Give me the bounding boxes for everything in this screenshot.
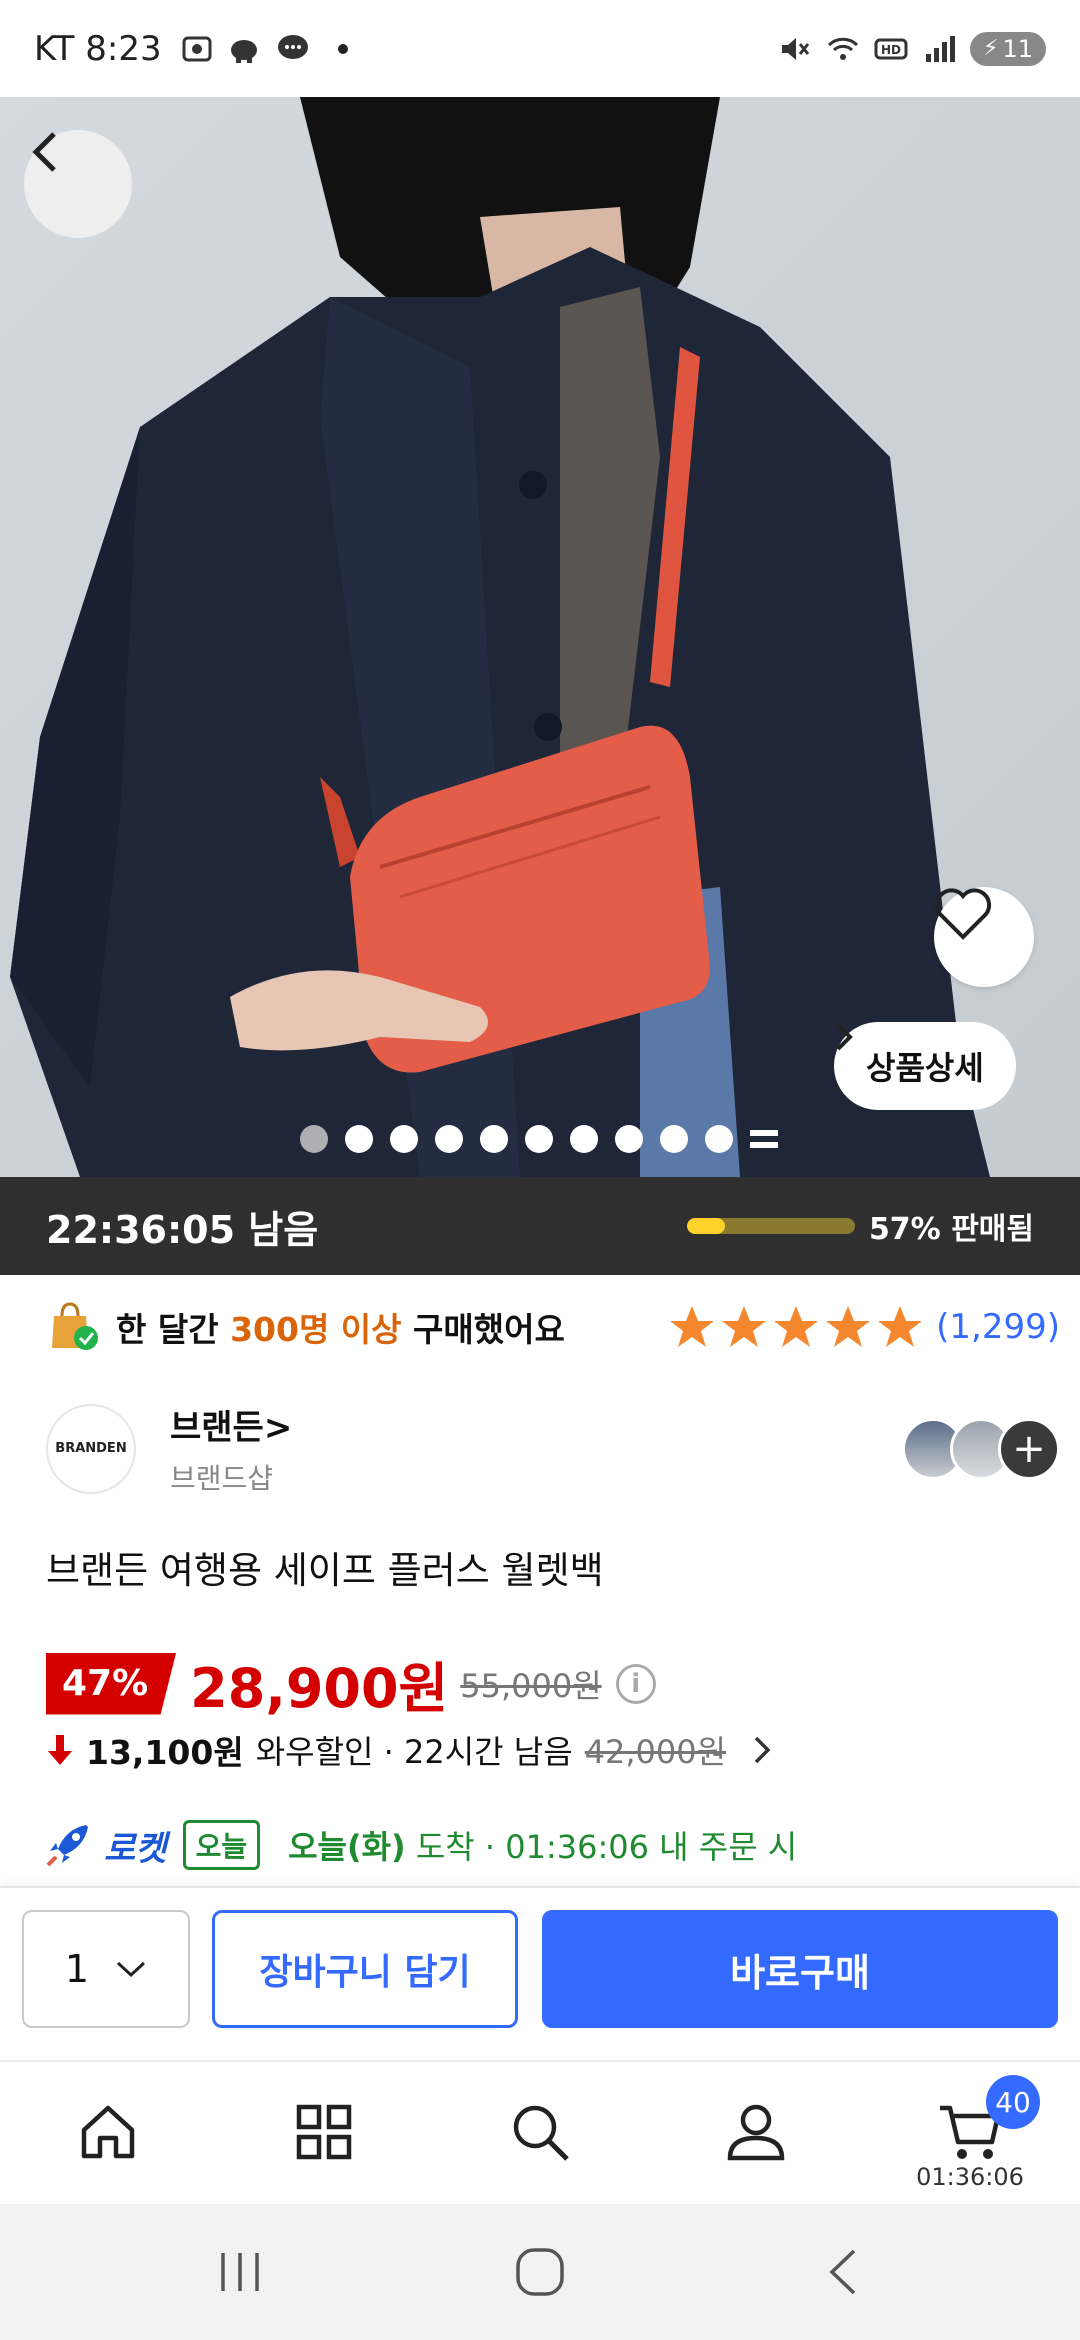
cart-count-badge: 40 [986,2075,1040,2129]
wow-discount-amount: 13,100원 [86,1733,244,1772]
carousel-dot[interactable] [660,1125,688,1153]
time-deal-bar: 22:36:05 남음 57% 판매됨 [0,1177,1080,1275]
status-bar: KT 8:23 HD ⚡ 11 [0,0,1080,97]
battery-indicator: ⚡ 11 [970,31,1046,66]
recent-apps-button[interactable] [210,2242,270,2302]
brand-link[interactable]: 브랜든> [170,1400,292,1449]
carousel-dot[interactable] [345,1125,373,1153]
nav-home[interactable] [68,2092,148,2172]
more-images-icon[interactable] [750,1125,778,1153]
discount-badge: 47% [46,1652,177,1715]
purchase-stats-row: 한 달간 300명 이상 구매했어요 (1,299) [46,1300,1060,1354]
star-icon [878,1306,923,1347]
product-detail-button[interactable]: 상품상세 [834,1022,1016,1110]
back-button[interactable] [24,130,132,238]
nav-categories[interactable] [284,2092,364,2172]
carousel-dot[interactable] [390,1125,418,1153]
nav-my-account[interactable] [716,2092,796,2172]
charging-icon: ⚡ [983,36,999,61]
more-photos-plus-icon[interactable]: + [998,1417,1060,1480]
carousel-indicator [300,1125,778,1153]
system-back-button[interactable] [815,2242,875,2302]
add-to-cart-button[interactable]: 장바구니 담기 [212,1910,518,2028]
grid-icon [296,2104,352,2160]
chevron-right-icon [754,1736,771,1764]
carousel-dot[interactable] [705,1125,733,1153]
carrier-time: KT 8:23 [34,28,162,69]
wishlist-button[interactable] [934,887,1034,987]
down-arrow-icon [48,1735,72,1765]
star-icon [774,1306,819,1347]
brand-shop-label: 브랜드샵 [170,1462,274,1495]
review-count[interactable]: (1,299) [936,1307,1060,1347]
review-photos[interactable]: + [902,1417,1060,1480]
piggy-bank-icon [230,39,257,63]
chevron-left-icon [32,132,56,172]
today-badge: 오늘 [182,1820,261,1870]
sale-price: 28,900원 [190,1657,449,1720]
buy-now-button[interactable]: 바로구매 [542,1910,1058,2028]
arrival-info: 오늘(화) 도착 · 01:36:06 내 주문 시 [288,1828,798,1866]
home-circle-icon [516,2248,564,2296]
system-navigation-bar [0,2204,1080,2340]
deal-countdown: 22:36:05 남음 [46,1207,319,1252]
quantity-select[interactable]: 1 [22,1910,190,2028]
brand-logo[interactable]: BRANDEN [46,1403,136,1494]
brand-row: BRANDEN 브랜든> 브랜드샵 + [46,1400,1060,1497]
wifi-icon [827,37,859,60]
rocket-icon [46,1825,88,1867]
back-icon [829,2249,856,2295]
sold-percent-label: 57% 판매됨 [868,1212,1034,1247]
sold-progress-bar [686,1218,855,1234]
product-photo [0,97,1080,1177]
purchase-bar: 1 장바구니 담기 바로구매 [0,1886,1080,2060]
carousel-dot[interactable] [480,1125,508,1153]
user-icon [727,2104,785,2161]
product-title: 브랜든 여행용 세이프 플러스 월렛백 [46,1549,604,1592]
original-price: 55,000원 [460,1666,602,1705]
info-icon[interactable]: i [615,1663,656,1704]
carousel-dot[interactable] [570,1125,598,1153]
wow-discount-text: 와우할인 · 22시간 남음 [255,1733,573,1771]
signal-icon [926,35,955,62]
carousel-dot[interactable] [435,1125,463,1153]
screenshot-icon [182,36,212,61]
chevron-right-icon [836,1023,853,1051]
carousel-dot[interactable] [615,1125,643,1153]
home-icon [81,2105,135,2159]
cart-timer: 01:36:06 [916,2163,1024,2191]
price-row: 47% 28,900원 55,000원 i [46,1644,656,1723]
carousel-dot[interactable] [300,1125,328,1153]
rating[interactable]: (1,299) [668,1303,1060,1351]
heart-icon [934,888,992,940]
home-button[interactable] [510,2242,570,2302]
wow-original-price: 42,000원 [584,1733,727,1771]
purchase-count-text: 한 달간 300명 이상 구매했어요 [116,1310,565,1349]
carousel-dot[interactable] [525,1125,553,1153]
nav-search[interactable] [500,2092,580,2172]
mute-icon [782,37,810,60]
recent-apps-icon [221,2253,259,2291]
hd-icon: HD [874,38,908,59]
star-icon [826,1306,871,1347]
star-icon [722,1306,767,1347]
notification-dot [337,43,348,54]
rocket-label: 로켓 [104,1828,167,1869]
chevron-down-icon [117,1961,146,1978]
rocket-delivery-row: 로켓 오늘 오늘(화) 도착 · 01:36:06 내 주문 시 [44,1820,797,1870]
search-icon [513,2105,569,2161]
sold-progress-fill [686,1218,726,1234]
wow-discount-row[interactable]: 13,100원 와우할인 · 22시간 남음 42,000원 [46,1726,772,1774]
chat-icon [277,34,308,59]
svg-text:HD: HD [881,43,901,57]
star-icon [670,1306,715,1347]
product-image-carousel[interactable]: 상품상세 [0,97,1080,1177]
shopping-bag-icon [52,1302,98,1350]
